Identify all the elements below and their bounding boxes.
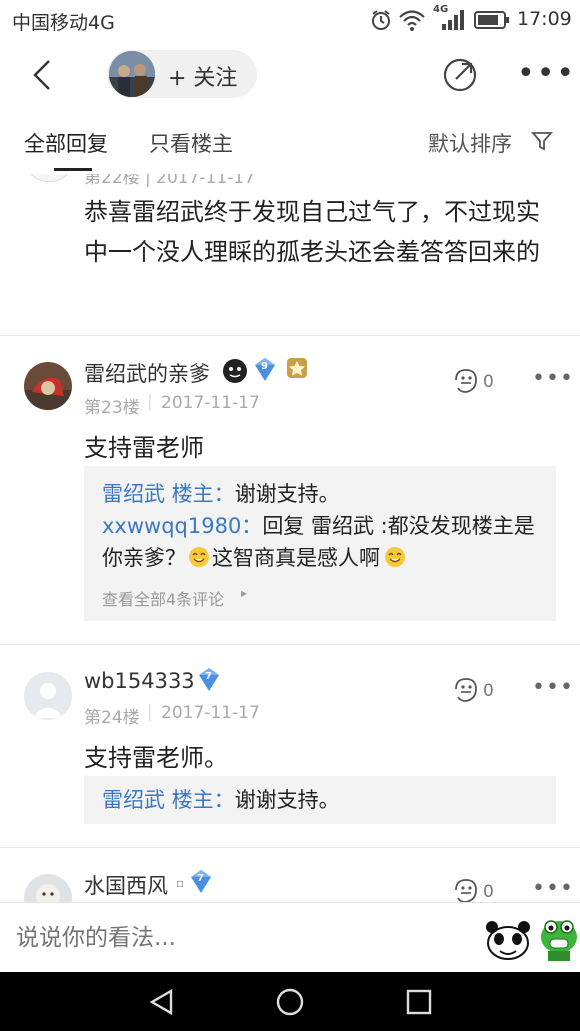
level-number: 7 bbox=[205, 671, 212, 682]
more-options-icon[interactable]: ••• bbox=[532, 675, 574, 700]
more-options-icon[interactable]: ••• bbox=[532, 366, 574, 391]
back-icon[interactable] bbox=[30, 58, 54, 92]
user-avatar[interactable] bbox=[24, 174, 74, 182]
sub-reply[interactable]: 雷绍武 楼主：谢谢支持。 bbox=[102, 784, 542, 816]
member-badge-icon bbox=[287, 358, 307, 378]
sort-button[interactable]: 默认排序 bbox=[428, 128, 512, 158]
like-icon[interactable] bbox=[452, 677, 480, 703]
reply-post: wb154333 7 0 ••• 第24楼 | 2017-11-17 支持雷老师… bbox=[0, 645, 580, 845]
post-content: 支持雷老师。 bbox=[84, 744, 228, 772]
sub-reply-text: 谢谢支持。 bbox=[234, 788, 340, 812]
reply-post: 水国西风 ▫ 7 0 ••• bbox=[0, 848, 580, 902]
emoji-face-icon bbox=[223, 359, 247, 383]
system-nav-bar bbox=[0, 972, 580, 1031]
tab-only-op[interactable]: 只看楼主 bbox=[149, 128, 233, 158]
sub-reply[interactable]: xxwwqq1980：回复 雷绍武 :都没发现楼主是你亲爹？ 这智商真是感人啊 bbox=[102, 510, 546, 574]
sub-reply-author[interactable]: 雷绍武 楼主： bbox=[102, 482, 235, 506]
post-meta: 第22楼 | 2017-11-17 bbox=[84, 174, 255, 188]
sub-reply-text-2: 这智商真是感人啊 bbox=[212, 546, 380, 570]
reply-post: 雷绍武的亲爹 9 0 ••• 第23楼 | 2017-11-17 支持雷老师 雷… bbox=[0, 336, 580, 642]
battery-icon bbox=[474, 11, 509, 29]
author-avatar[interactable] bbox=[109, 51, 155, 97]
recents-square-icon[interactable] bbox=[405, 988, 433, 1016]
post-date: 2017-11-17 bbox=[161, 703, 260, 723]
like-icon[interactable] bbox=[452, 368, 480, 394]
status-bar: 中国移动4G 4G 17:09 bbox=[0, 0, 580, 40]
like-count: 0 bbox=[483, 882, 494, 902]
meta-separator: | bbox=[147, 392, 153, 412]
user-avatar[interactable] bbox=[24, 362, 72, 410]
like-count: 0 bbox=[483, 681, 494, 701]
follow-button[interactable]: + 关注 bbox=[168, 60, 237, 92]
alarm-icon bbox=[372, 10, 390, 30]
signal-icon bbox=[442, 10, 464, 30]
like-icon[interactable] bbox=[452, 878, 480, 902]
carrier-label: 中国移动4G bbox=[12, 12, 115, 34]
tab-active-indicator bbox=[54, 168, 92, 171]
smile-emoji-icon bbox=[385, 547, 405, 567]
wifi-icon bbox=[399, 10, 425, 31]
smile-emoji-icon bbox=[189, 547, 209, 567]
back-triangle-icon[interactable] bbox=[147, 988, 177, 1016]
floor-number: 第24楼 bbox=[84, 708, 140, 728]
username[interactable]: 水国西风 bbox=[84, 870, 168, 900]
level-number: 9 bbox=[261, 361, 268, 372]
frog-sticker-icon[interactable] bbox=[538, 913, 580, 963]
post-content: 支持雷老师 bbox=[84, 434, 204, 462]
sub-reply-text: 谢谢支持。 bbox=[234, 482, 340, 506]
partial-post: 第22楼 | 2017-11-17 恭喜雷绍武终于发现自己过气了，不过现实中一个… bbox=[0, 174, 580, 334]
floor-number: 第23楼 bbox=[84, 398, 140, 418]
home-circle-icon[interactable] bbox=[275, 987, 305, 1017]
username[interactable]: 雷绍武的亲爹 bbox=[84, 358, 210, 388]
sub-reply-author[interactable]: xxwwqq1980： bbox=[102, 514, 262, 538]
comment-input[interactable] bbox=[14, 915, 458, 961]
filter-icon[interactable] bbox=[530, 129, 554, 153]
user-avatar[interactable] bbox=[24, 874, 72, 902]
meta-separator: | bbox=[147, 702, 153, 722]
post-date: 2017-11-17 bbox=[161, 393, 260, 413]
sub-reply-box: 雷绍武 楼主：谢谢支持。 bbox=[84, 776, 556, 824]
sub-reply-author[interactable]: 雷绍武 楼主： bbox=[102, 788, 235, 812]
sub-reply[interactable]: 雷绍武 楼主：谢谢支持。 bbox=[102, 478, 542, 510]
top-nav bbox=[0, 40, 580, 112]
caret-right-icon: ▸ bbox=[241, 586, 248, 600]
view-all-comments-link[interactable]: 查看全部4条评论 bbox=[102, 586, 224, 610]
more-options-icon[interactable]: ••• bbox=[532, 876, 574, 901]
more-menu-icon[interactable]: ••• bbox=[517, 56, 576, 91]
username[interactable]: wb154333 bbox=[84, 669, 195, 693]
comment-input-bar bbox=[0, 902, 580, 973]
level-number: 7 bbox=[197, 873, 204, 884]
panda-sticker-icon[interactable] bbox=[482, 917, 534, 963]
small-mark: ▫ bbox=[176, 876, 185, 890]
user-avatar[interactable] bbox=[24, 672, 72, 720]
like-count: 0 bbox=[483, 372, 494, 392]
post-content: 恭喜雷绍武终于发现自己过气了，不过现实中一个没人理睬的孤老头还会羞答答回来的 bbox=[84, 198, 540, 266]
sub-reply-box: 雷绍武 楼主：谢谢支持。 xxwwqq1980：回复 雷绍武 :都没发现楼主是你… bbox=[84, 466, 556, 621]
share-icon[interactable] bbox=[442, 57, 478, 93]
tab-all-replies[interactable]: 全部回复 bbox=[24, 128, 108, 158]
clock: 17:09 bbox=[517, 8, 572, 30]
